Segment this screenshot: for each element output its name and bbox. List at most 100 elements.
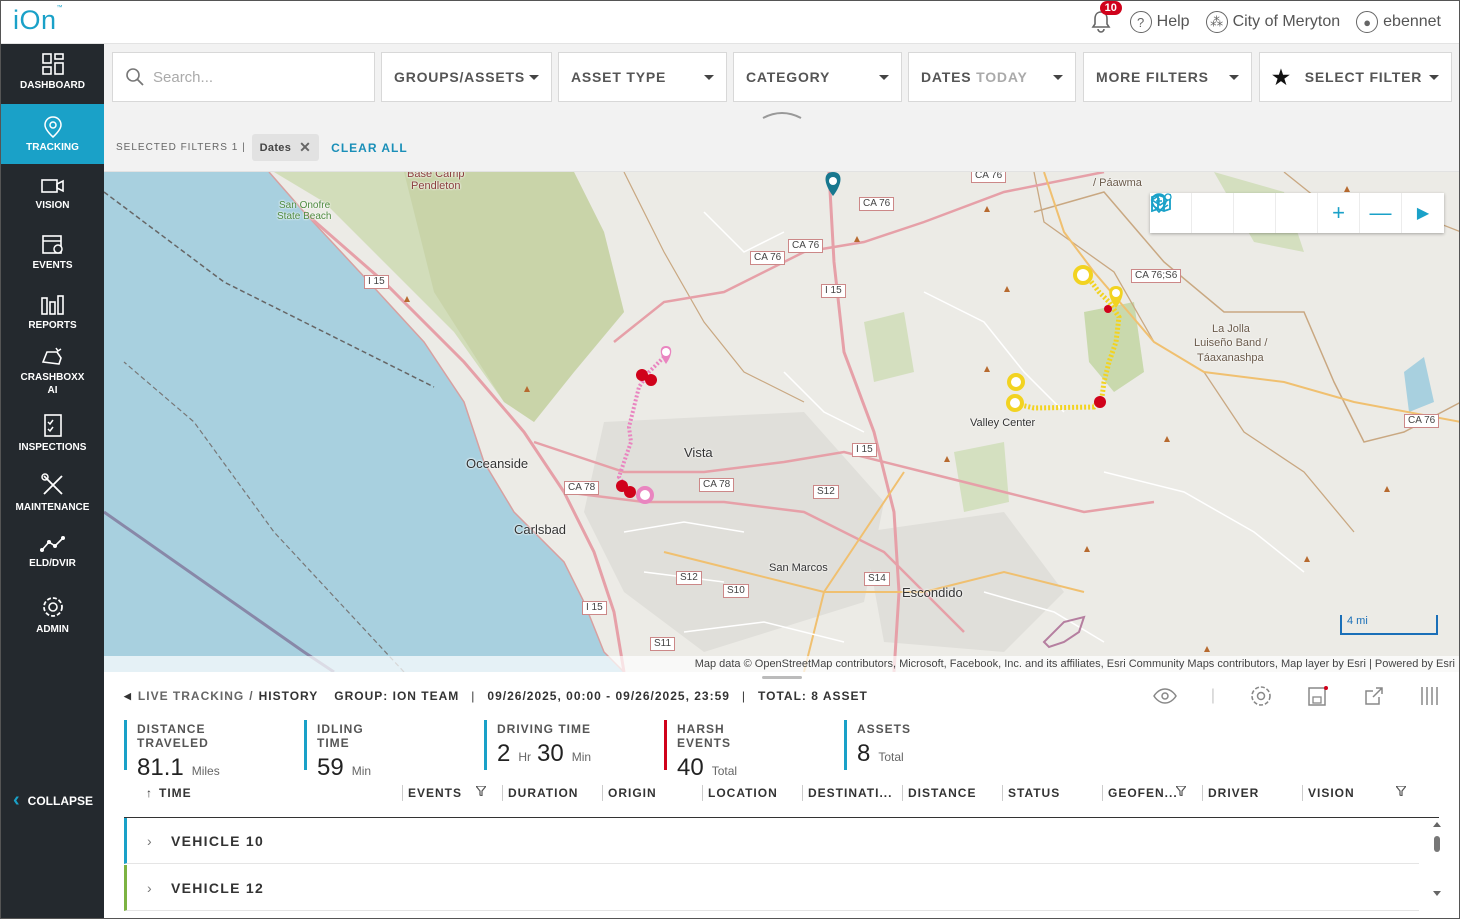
notifications-button[interactable]: 10	[1090, 1, 1122, 34]
collapse-filters-icon[interactable]	[761, 110, 803, 120]
map-canvas[interactable]	[104, 172, 1460, 672]
user-menu[interactable]: ● ebennet	[1356, 11, 1441, 33]
group-label: GROUP: ION TEAM	[334, 689, 460, 703]
map-label-san-marcos: San Marcos	[769, 562, 828, 574]
minus-icon: —	[1369, 200, 1392, 225]
sidebar-item-dashboard[interactable]: DASHBOARD	[1, 52, 104, 104]
help-button[interactable]: ? Help	[1129, 11, 1190, 33]
close-icon[interactable]: ✕	[299, 139, 311, 156]
plus-icon: +	[1332, 200, 1345, 225]
sidebar-item-admin[interactable]: ADMIN	[1, 594, 104, 644]
caret-down-icon	[1053, 75, 1063, 80]
road-label: I 15	[852, 443, 877, 457]
stat-driving: DRIVING TIME 2 Hr 30 Min	[484, 720, 597, 770]
sidebar-item-reports[interactable]: REPORTS	[1, 294, 104, 342]
search-placeholder: Search...	[153, 68, 214, 86]
sidebar-item-inspections[interactable]: INSPECTIONS	[1, 412, 104, 462]
chevron-right-icon[interactable]: ›	[147, 880, 153, 896]
map-label-state-beach: State Beach	[277, 211, 332, 222]
clear-all-link[interactable]: CLEAR ALL	[331, 141, 408, 155]
sidebar-item-crashboxx[interactable]: CRASHBOXX AI	[1, 346, 104, 402]
filter-chip-dates[interactable]: Dates ✕	[251, 134, 320, 161]
columns-icon[interactable]	[1419, 685, 1441, 707]
map-info-button[interactable]	[1151, 193, 1318, 233]
asset-type-dropdown[interactable]: ASSET TYPE	[558, 52, 727, 102]
stat-assets: ASSETS 8 Total	[844, 720, 911, 770]
panel-resize-handle[interactable]	[762, 676, 802, 679]
layers-button[interactable]	[1150, 193, 1234, 233]
sidebar: DASHBOARD TRACKING VISION EVENTS REPORTS…	[1, 44, 104, 918]
road-label: I 15	[582, 601, 607, 615]
groups-assets-dropdown[interactable]: GROUPS/ASSETS	[381, 52, 552, 102]
table-row[interactable]: › VEHICLE 10	[124, 818, 1419, 864]
history-header: ◀ LIVE TRACKING / HISTORY GROUP: ION TEA…	[124, 689, 868, 703]
chevron-left-icon: ‹	[13, 789, 20, 811]
breadcrumb-live-tracking[interactable]: LIVE TRACKING	[138, 689, 244, 703]
eye-icon[interactable]	[1152, 688, 1177, 704]
more-filters-dropdown[interactable]: MORE FILTERS	[1083, 52, 1252, 102]
collapse-button[interactable]: ‹ COLLAPSE	[13, 789, 93, 812]
selected-filters-bar: SELECTED FILTERS 1 | Dates ✕ CLEAR ALL	[104, 124, 1459, 172]
save-icon[interactable]	[1307, 685, 1329, 707]
play-icon: ▶	[1416, 205, 1430, 222]
search-input[interactable]: Search...	[112, 52, 375, 102]
map-label-la-jolla-3: Táaxanashpa	[1197, 352, 1264, 364]
help-label: Help	[1156, 13, 1190, 30]
zoom-in-button[interactable]: +	[1318, 193, 1360, 233]
org-label: City of Meryton	[1232, 13, 1341, 30]
road-label: S11	[650, 637, 676, 651]
road-label: CA 76;S6	[1131, 269, 1182, 283]
category-dropdown[interactable]: CATEGORY	[733, 52, 902, 102]
caret-down-icon	[529, 75, 539, 80]
chevron-right-icon[interactable]: ›	[147, 833, 153, 849]
road-label: S12	[813, 485, 839, 499]
sidebar-item-tracking[interactable]: TRACKING	[1, 104, 104, 164]
sidebar-item-maintenance[interactable]: MAINTENANCE	[1, 472, 104, 522]
filter-icon[interactable]	[1396, 786, 1406, 796]
tools-icon	[40, 473, 63, 495]
column-vision[interactable]: VISION	[1302, 785, 1355, 801]
sidebar-item-events[interactable]: EVENTS	[1, 232, 104, 282]
export-icon[interactable]	[1363, 685, 1385, 707]
map-type-button[interactable]	[1151, 193, 1276, 233]
column-location[interactable]: LOCATION	[702, 785, 778, 801]
map-label-carlsbad: Carlsbad	[514, 522, 567, 537]
table-row[interactable]: › VEHICLE 12	[124, 865, 1419, 911]
filter-icon[interactable]	[476, 786, 486, 796]
camera-icon	[40, 179, 64, 193]
caret-down-icon	[1429, 75, 1439, 80]
org-selector[interactable]: ⁂ City of Meryton	[1205, 11, 1341, 33]
stat-distance: DISTANCE TRAVELED 81.1 Miles	[124, 720, 226, 781]
column-geofence[interactable]: GEOFEN...	[1102, 785, 1178, 801]
road-label: CA 76	[1404, 414, 1440, 428]
notification-badge: 10	[1099, 1, 1122, 15]
table-header: ↑ TIME EVENTS DURATION ORIGIN LOCATION DE…	[124, 782, 1439, 818]
column-time[interactable]: ↑ TIME	[146, 785, 192, 801]
org-icon: ⁂	[1205, 11, 1228, 33]
column-status[interactable]: STATUS	[1002, 785, 1060, 801]
app-logo[interactable]: iOn™	[13, 5, 63, 36]
top-bar: iOn™ 10 ? Help ⁂ City of Meryton ● ebenn…	[1, 1, 1459, 44]
vertical-scrollbar[interactable]	[1431, 819, 1443, 899]
column-distance[interactable]: DISTANCE	[902, 785, 976, 801]
selected-filters-label: SELECTED FILTERS 1 |	[116, 142, 246, 153]
back-chevron-icon[interactable]: ◀	[124, 691, 132, 702]
column-driver[interactable]: DRIVER	[1202, 785, 1259, 801]
road-label: I 15	[821, 284, 846, 298]
column-origin[interactable]: ORIGIN	[602, 785, 657, 801]
column-duration[interactable]: DURATION	[502, 785, 578, 801]
filter-icon[interactable]	[1176, 786, 1186, 796]
play-button[interactable]: ▶	[1402, 193, 1444, 233]
dates-dropdown[interactable]: DATES TODAY	[908, 52, 1076, 102]
column-destination[interactable]: DESTINATI...	[802, 785, 892, 801]
road-label: CA 76	[750, 251, 786, 265]
map-label-pendleton: Pendleton	[411, 180, 461, 192]
map-view[interactable]: Base Camp Pendleton San Onofre State Bea…	[104, 172, 1460, 672]
select-filter-dropdown[interactable]: ★ SELECT FILTER	[1259, 52, 1452, 102]
map-toolbar: + — ▶	[1150, 193, 1444, 233]
sidebar-item-vision[interactable]: VISION	[1, 176, 104, 224]
zoom-out-button[interactable]: —	[1360, 193, 1402, 233]
map-label-san-onofre: San Onofre	[279, 200, 331, 211]
sidebar-item-eld-dvir[interactable]: ELD/DVIR	[1, 534, 104, 582]
settings-icon[interactable]	[1249, 684, 1273, 708]
